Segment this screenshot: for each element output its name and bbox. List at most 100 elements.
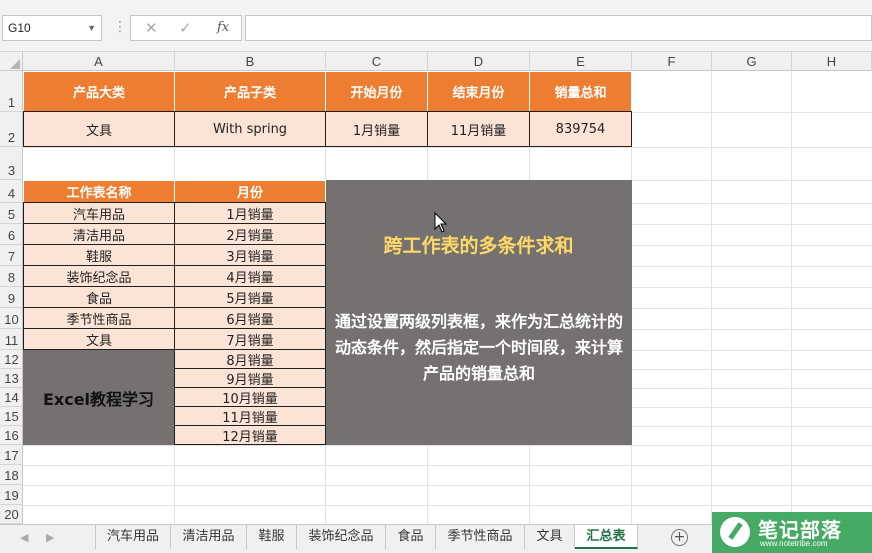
sheet-name-cell[interactable]: 文具: [23, 328, 175, 350]
row-header[interactable]: 8: [0, 266, 23, 287]
close-icon[interactable]: ✕: [145, 19, 158, 37]
row-header[interactable]: 12: [0, 350, 23, 369]
month-cell[interactable]: 12月销量: [174, 425, 326, 445]
formula-actions: ✕ ✓ fx: [130, 15, 242, 41]
header-cell-sales-total[interactable]: 销量总和: [529, 71, 632, 112]
header-cell-sheet-name[interactable]: 工作表名称: [23, 180, 175, 203]
sheet-name-cell[interactable]: 鞋服: [23, 244, 175, 266]
column-header-b[interactable]: B: [175, 52, 326, 71]
month-cell[interactable]: 5月销量: [174, 286, 326, 308]
gridline: [23, 147, 872, 148]
row-header[interactable]: 11: [0, 329, 23, 350]
row-header[interactable]: 16: [0, 426, 23, 445]
select-all-button[interactable]: [0, 52, 23, 71]
subcategory-dropdown-cell[interactable]: With spring: [174, 111, 326, 147]
row-header[interactable]: 17: [0, 445, 23, 465]
column-header-e[interactable]: E: [530, 52, 632, 71]
start-month-cell[interactable]: 1月销量: [325, 111, 428, 147]
insert-function-icon[interactable]: fx: [217, 20, 229, 35]
name-box-value: G10: [8, 21, 31, 35]
watermark-url: www.notetribe.com: [760, 539, 828, 548]
row-headers: 1 2 3 4 5 6 7 8 9 10 11 12 13 14 15 16 1…: [0, 71, 23, 524]
gridline: [23, 445, 872, 446]
row-header[interactable]: 4: [0, 180, 23, 203]
row-header[interactable]: 13: [0, 369, 23, 388]
header-cell-month[interactable]: 月份: [174, 180, 326, 203]
info-title: 跨工作表的多条件求和: [383, 235, 574, 257]
gridline: [23, 505, 872, 506]
month-cell[interactable]: 2月销量: [174, 223, 326, 245]
tab-food[interactable]: 食品: [386, 525, 436, 549]
excel-tutorial-label: Excel教程学习: [42, 389, 155, 409]
header-cell-start-month[interactable]: 开始月份: [325, 71, 428, 112]
mouse-pointer-icon: [434, 212, 448, 233]
month-cell[interactable]: 10月销量: [174, 387, 326, 407]
row-header[interactable]: 6: [0, 224, 23, 245]
prev-sheet-icon[interactable]: ◀: [20, 531, 28, 544]
gridline: [711, 71, 712, 524]
check-icon[interactable]: ✓: [179, 19, 192, 37]
month-cell[interactable]: 6月销量: [174, 307, 326, 329]
month-cell[interactable]: 7月销量: [174, 328, 326, 350]
row-header[interactable]: 18: [0, 465, 23, 485]
row-header[interactable]: 2: [0, 112, 23, 147]
sheet-name-cell[interactable]: 季节性商品: [23, 307, 175, 329]
month-cell[interactable]: 1月销量: [174, 202, 326, 224]
watermark-logo: 笔记部落 www.notetribe.com: [712, 512, 872, 553]
month-cell[interactable]: 9月销量: [174, 368, 326, 388]
sales-total-cell[interactable]: 839754: [529, 111, 632, 147]
month-cell[interactable]: 3月销量: [174, 244, 326, 266]
add-sheet-icon[interactable]: +: [671, 529, 688, 546]
pen-icon: [720, 517, 750, 547]
row-header[interactable]: 10: [0, 308, 23, 329]
category-dropdown-cell[interactable]: 文具: [23, 111, 175, 147]
next-sheet-icon[interactable]: ▶: [46, 531, 54, 544]
chevron-down-icon[interactable]: ▼: [87, 16, 96, 40]
month-cell[interactable]: 8月销量: [174, 349, 326, 369]
row-header[interactable]: 20: [0, 505, 23, 524]
header-cell-end-month[interactable]: 结束月份: [427, 71, 530, 112]
row-header[interactable]: 3: [0, 147, 23, 180]
gridline: [23, 465, 872, 466]
header-cell-subcategory[interactable]: 产品子类: [174, 71, 326, 112]
month-cell[interactable]: 11月销量: [174, 406, 326, 426]
sheet-name-cell[interactable]: 汽车用品: [23, 202, 175, 224]
tab-car-supplies[interactable]: 汽车用品: [95, 525, 171, 549]
row-header[interactable]: 7: [0, 245, 23, 266]
excel-tutorial-label-box: Excel教程学习: [23, 350, 174, 445]
end-month-cell[interactable]: 11月销量: [427, 111, 530, 147]
header-cell-category[interactable]: 产品大类: [23, 71, 175, 112]
spreadsheet-grid[interactable]: A B C D E F G H 1 2 3 4 5 6 7 8 9 10 11 …: [0, 52, 872, 524]
tab-shoes-clothing[interactable]: 鞋服: [247, 525, 297, 549]
column-header-a[interactable]: A: [23, 52, 175, 71]
month-cell[interactable]: 4月销量: [174, 265, 326, 287]
column-headers: A B C D E F G H: [0, 52, 872, 71]
gridline: [23, 485, 872, 486]
row-header[interactable]: 19: [0, 485, 23, 505]
tab-souvenirs[interactable]: 装饰纪念品: [297, 525, 386, 549]
formula-bar: G10 ▼ ⋮ ✕ ✓ fx: [0, 0, 872, 52]
row-header[interactable]: 5: [0, 203, 23, 224]
formula-input[interactable]: [245, 15, 872, 41]
tab-seasonal[interactable]: 季节性商品: [436, 525, 525, 549]
gridline: [791, 71, 792, 524]
row-header[interactable]: 14: [0, 388, 23, 407]
tab-stationery[interactable]: 文具: [525, 525, 575, 549]
sheet-name-cell[interactable]: 清洁用品: [23, 223, 175, 245]
column-header-c[interactable]: C: [326, 52, 428, 71]
sheet-name-cell[interactable]: 装饰纪念品: [23, 265, 175, 287]
row-header[interactable]: 15: [0, 407, 23, 426]
tab-summary[interactable]: 汇总表: [575, 525, 638, 549]
row-header[interactable]: 1: [0, 71, 23, 112]
info-description: 通过设置两级列表框，来作为汇总统计的动态条件，然后指定一个时间段，来计算产品的销…: [334, 312, 623, 383]
column-header-d[interactable]: D: [428, 52, 530, 71]
cell-area[interactable]: 产品大类 产品子类 开始月份 结束月份 销量总和 文具 With spring …: [23, 71, 872, 524]
row-header[interactable]: 9: [0, 287, 23, 308]
more-options-icon: ⋮: [113, 19, 127, 35]
name-box[interactable]: G10 ▼: [2, 15, 102, 41]
column-header-f[interactable]: F: [632, 52, 712, 71]
sheet-name-cell[interactable]: 食品: [23, 286, 175, 308]
tab-cleaning-supplies[interactable]: 清洁用品: [171, 525, 247, 549]
column-header-h[interactable]: H: [792, 52, 872, 71]
column-header-g[interactable]: G: [712, 52, 792, 71]
